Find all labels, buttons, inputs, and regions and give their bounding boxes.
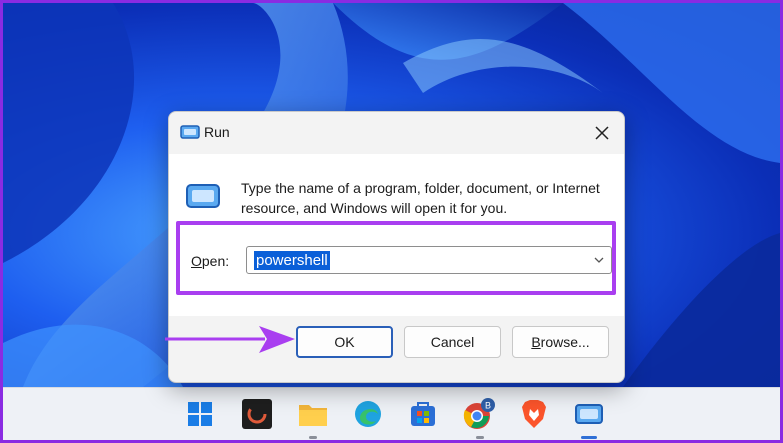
pointer-arrow <box>165 326 295 353</box>
screenshot-frame: B Run Type the name of a program, folder… <box>3 3 780 440</box>
